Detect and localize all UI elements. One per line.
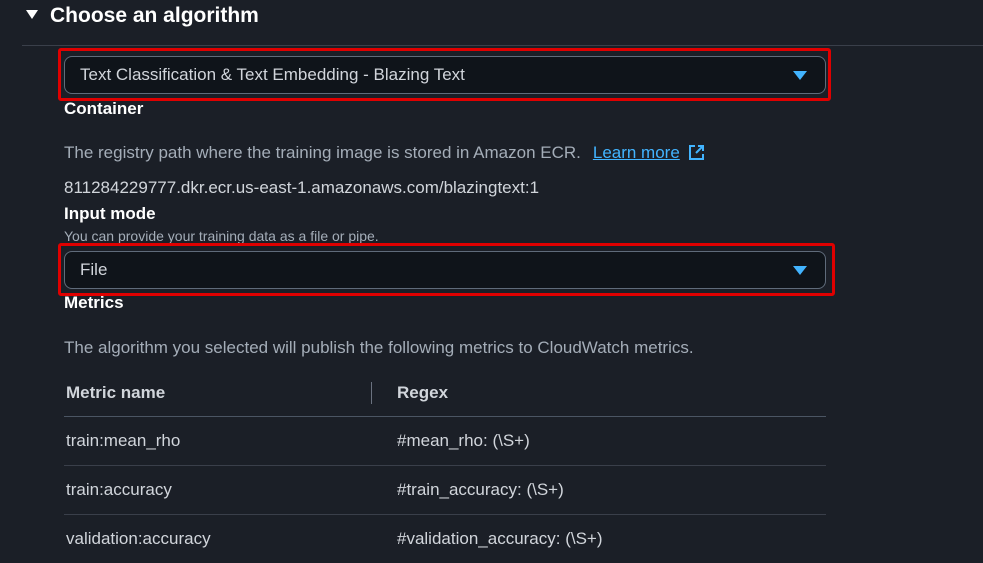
algorithm-select-value: Text Classification & Text Embedding - B…: [80, 65, 465, 84]
container-label: Container: [64, 99, 144, 118]
metric-name-cell: train:accuracy: [66, 480, 172, 499]
input-mode-description: You can provide your training data as a …: [64, 228, 379, 244]
metrics-description: The algorithm you selected will publish …: [64, 338, 694, 357]
container-path: 811284229777.dkr.ecr.us-east-1.amazonaws…: [64, 178, 540, 197]
regex-cell: #train_accuracy: (\S+): [397, 480, 564, 499]
metrics-table: Metric name Regex train:mean_rho #mean_r…: [64, 370, 826, 563]
table-row: train:mean_rho #mean_rho: (\S+): [64, 417, 826, 466]
column-header-metric-name[interactable]: Metric name: [64, 383, 371, 403]
regex-cell: #mean_rho: (\S+): [397, 431, 530, 450]
section-divider: [22, 45, 983, 46]
algorithm-select[interactable]: Text Classification & Text Embedding - B…: [64, 56, 826, 94]
metric-name-cell: train:mean_rho: [66, 431, 181, 450]
table-header: Metric name Regex: [64, 370, 826, 417]
caret-down-icon[interactable]: [793, 266, 807, 275]
regex-cell: #validation_accuracy: (\S+): [397, 529, 603, 548]
input-mode-label: Input mode: [64, 204, 156, 223]
caret-down-icon[interactable]: [793, 71, 807, 80]
section-title: Choose an algorithm: [50, 4, 259, 27]
external-link-icon[interactable]: [688, 144, 705, 166]
learn-more-link[interactable]: Learn more: [593, 143, 680, 162]
input-mode-select[interactable]: File: [64, 251, 826, 289]
container-description: The registry path where the training ima…: [64, 143, 705, 166]
caret-down-icon[interactable]: [26, 9, 38, 19]
container-description-text: The registry path where the training ima…: [64, 143, 581, 162]
section-header[interactable]: Choose an algorithm: [26, 0, 259, 32]
column-header-regex[interactable]: Regex: [372, 383, 448, 403]
table-row: validation:accuracy #validation_accuracy…: [64, 515, 826, 563]
metrics-label: Metrics: [64, 293, 124, 312]
metric-name-cell: validation:accuracy: [66, 529, 211, 548]
table-row: train:accuracy #train_accuracy: (\S+): [64, 466, 826, 515]
input-mode-select-value: File: [80, 260, 108, 279]
